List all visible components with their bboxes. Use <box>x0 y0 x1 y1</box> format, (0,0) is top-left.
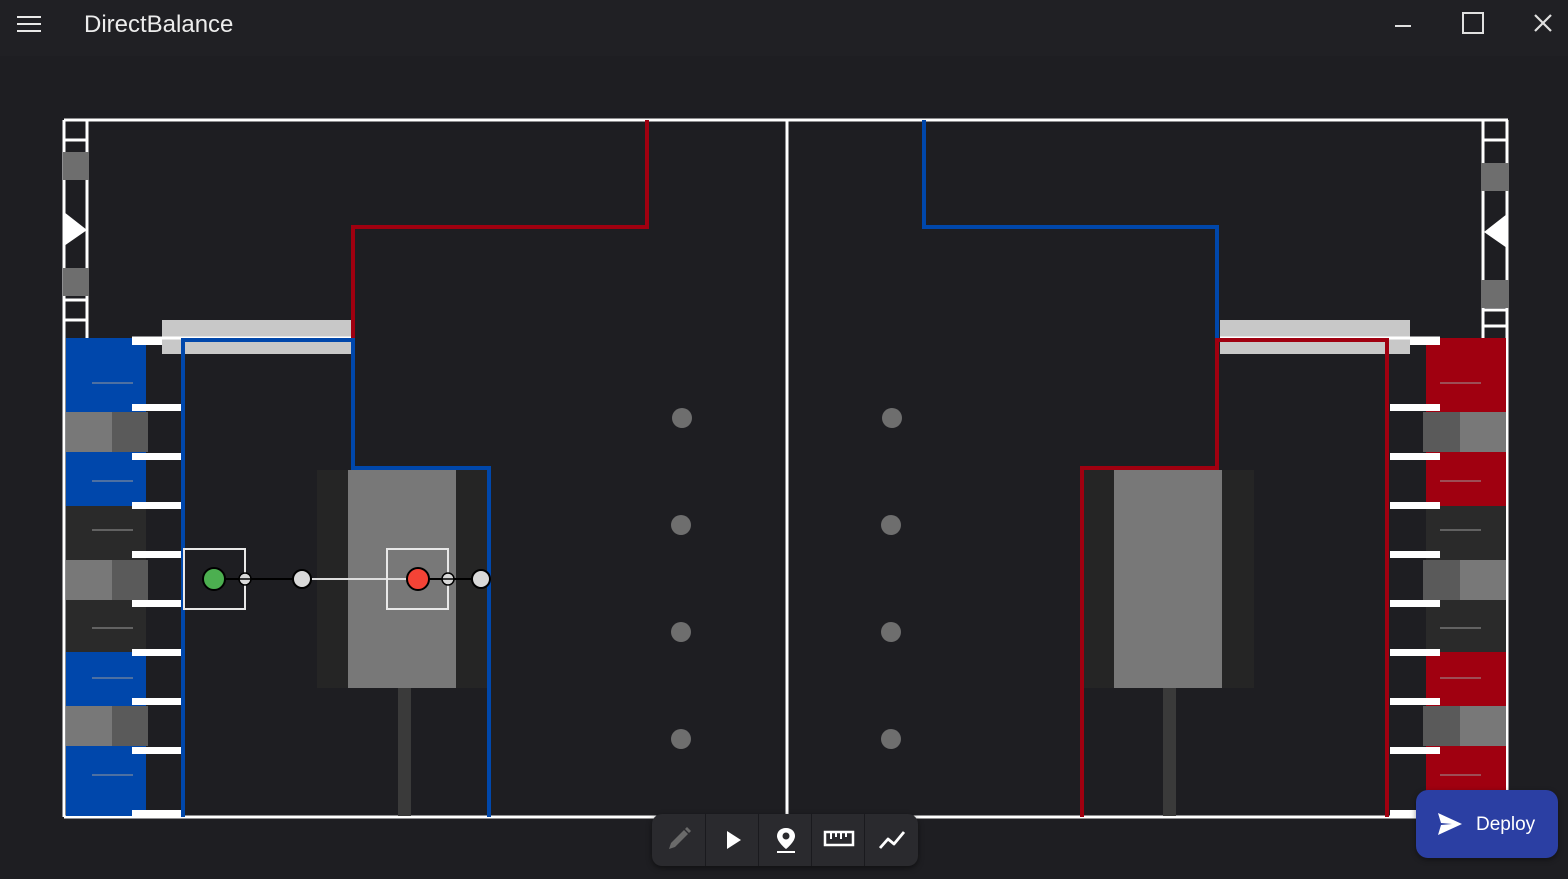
play-icon[interactable] <box>705 814 759 866</box>
field-canvas[interactable] <box>0 0 1568 879</box>
red-zone-line-left <box>351 120 649 340</box>
chart-line-icon[interactable] <box>864 814 918 866</box>
map-pin-icon[interactable] <box>758 814 812 866</box>
field-boundary <box>62 118 1509 819</box>
right-charge-station <box>1084 470 1254 816</box>
left-charge-station <box>317 470 487 816</box>
blue-zone-line-right <box>922 120 1219 340</box>
send-icon <box>1438 813 1462 835</box>
deploy-label: Deploy <box>1476 814 1536 835</box>
right-wall <box>1481 120 1509 340</box>
control-point[interactable] <box>292 569 312 589</box>
left-driver-stations <box>66 338 182 817</box>
waypoint-start[interactable] <box>202 567 226 591</box>
tool-bar <box>652 814 918 866</box>
right-driver-stations <box>1390 338 1506 817</box>
left-wall <box>62 120 89 340</box>
deploy-button[interactable]: Deploy <box>1416 790 1558 858</box>
pencil-icon[interactable] <box>652 814 705 866</box>
ruler-icon[interactable] <box>811 814 865 866</box>
waypoint-end[interactable] <box>406 567 430 591</box>
control-point[interactable] <box>471 569 491 589</box>
